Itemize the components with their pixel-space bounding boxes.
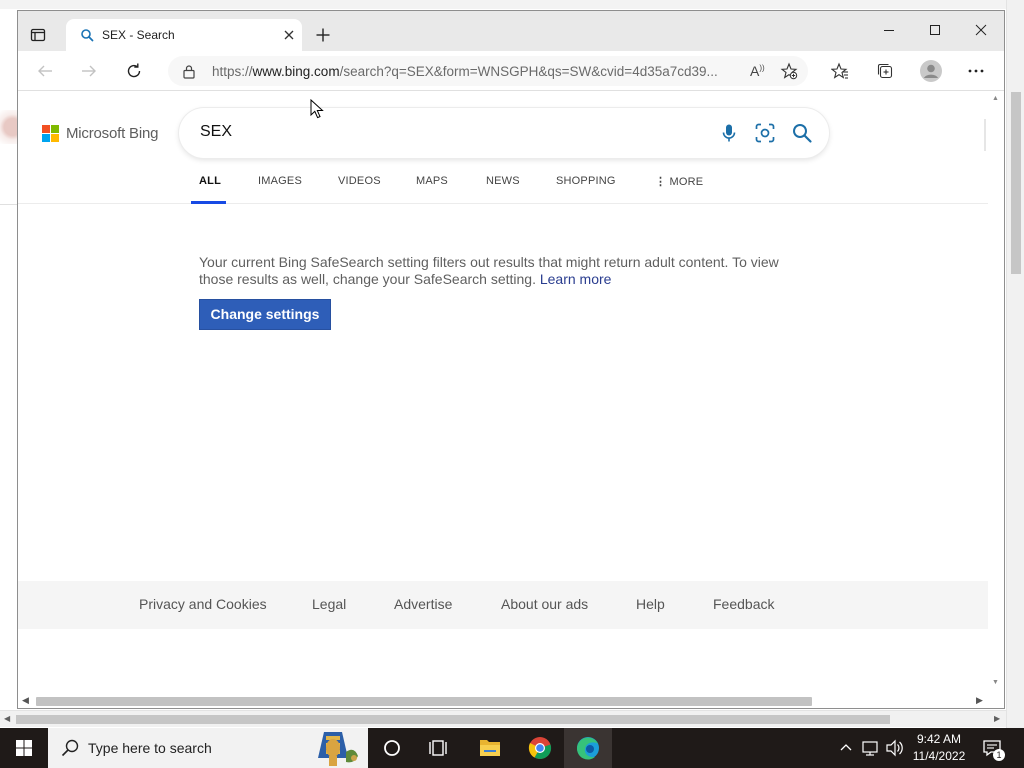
tab-images[interactable]: IMAGES	[258, 175, 302, 187]
clock-date: 11/4/2022	[912, 749, 966, 763]
background-top-bar	[0, 0, 1024, 9]
minimize-icon[interactable]	[882, 23, 896, 37]
url-path: /search?q=SEX&form=WNSGPH&qs=SW&cvid=4d3…	[339, 64, 718, 79]
back-icon[interactable]	[36, 62, 54, 80]
background-vertical-scrollbar[interactable]	[1006, 0, 1024, 728]
search-icon[interactable]	[791, 122, 813, 144]
network-icon[interactable]	[860, 728, 882, 768]
windows-start-icon[interactable]	[0, 728, 48, 768]
url-host: www.bing.com	[252, 64, 340, 79]
page-horizontal-scrollbar[interactable]: ◀ ▶	[18, 694, 1004, 708]
background-divider	[0, 204, 17, 205]
change-settings-button[interactable]: Change settings	[199, 299, 331, 330]
scroll-left-icon[interactable]: ◀	[4, 714, 10, 723]
active-tab-indicator	[191, 201, 226, 204]
collections-icon[interactable]	[876, 62, 894, 80]
notice-text: Your current Bing SafeSearch setting fil…	[199, 254, 779, 287]
taskbar-search-placeholder: Type here to search	[88, 740, 212, 756]
add-favorite-icon[interactable]	[780, 62, 798, 80]
scope-divider	[18, 203, 988, 204]
bing-results-page: Microsoft Bing SEX ALL IMAGES VIDEOS MAP…	[18, 91, 988, 694]
tab-shopping[interactable]: SHOPPING	[556, 175, 616, 187]
tab-title: SEX - Search	[102, 28, 175, 42]
taskbar-search-box[interactable]: Type here to search	[48, 728, 368, 768]
page-hscroll-thumb[interactable]	[36, 697, 812, 706]
footer-about-ads-link[interactable]: About our ads	[501, 596, 588, 612]
notification-count-badge: 1	[993, 749, 1005, 761]
favorites-icon[interactable]	[831, 62, 849, 80]
learn-more-link[interactable]: Learn more	[540, 271, 612, 287]
tab-bing-search[interactable]: SEX - Search	[66, 19, 302, 52]
task-view-icon[interactable]	[416, 728, 464, 768]
address-bar[interactable]: https://www.bing.com/search?q=SEX&form=W…	[168, 56, 808, 86]
more-icon[interactable]	[967, 62, 985, 80]
tab-actions-icon[interactable]	[30, 27, 46, 43]
page-scroll-left-icon[interactable]: ◀	[22, 695, 29, 706]
tab-news[interactable]: NEWS	[486, 175, 520, 187]
lock-icon[interactable]	[182, 64, 196, 79]
windows-taskbar: Type here to search 9:42 AM 11/4/2022 1	[0, 728, 1024, 768]
profile-icon[interactable]	[920, 60, 942, 82]
plus-icon[interactable]	[315, 27, 331, 43]
search-box[interactable]: SEX	[179, 108, 829, 158]
url-scheme: https://	[212, 64, 253, 79]
page-scroll-right-icon[interactable]: ▶	[976, 695, 983, 706]
tab-more[interactable]: ⋮ MORE	[655, 175, 703, 188]
tab-videos[interactable]: VIDEOS	[338, 175, 381, 187]
background-scroll-thumb[interactable]	[1011, 92, 1021, 274]
scroll-right-icon[interactable]: ▶	[994, 714, 1000, 723]
file-explorer-icon[interactable]	[466, 728, 514, 768]
tab-all[interactable]: ALL	[199, 175, 221, 187]
notifications-button[interactable]: 1	[978, 728, 1006, 768]
chrome-icon[interactable]	[516, 728, 564, 768]
edge-browser-window: SEX - Search https://www.bing.com/search…	[17, 10, 1005, 709]
footer-privacy-link[interactable]: Privacy and Cookies	[139, 596, 267, 612]
clock-time: 9:42 AM	[916, 732, 962, 746]
background-hscroll-thumb[interactable]	[16, 715, 890, 724]
close-icon[interactable]	[282, 28, 296, 42]
forward-icon[interactable]	[80, 62, 98, 80]
navigation-toolbar: https://www.bing.com/search?q=SEX&form=W…	[18, 51, 1004, 91]
maximize-icon[interactable]	[928, 23, 942, 37]
more-vertical-icon: ⋮	[655, 176, 667, 188]
safesearch-notice: Your current Bing SafeSearch setting fil…	[199, 254, 799, 288]
search-query[interactable]: SEX	[200, 123, 232, 141]
footer-feedback-link[interactable]: Feedback	[713, 596, 774, 612]
logo-text: Microsoft Bing	[66, 125, 159, 142]
edge-icon[interactable]	[564, 728, 612, 768]
cortana-icon[interactable]	[368, 728, 416, 768]
bing-logo[interactable]: Microsoft Bing	[42, 124, 172, 144]
microsoft-logo-icon	[42, 125, 60, 143]
search-highlight-pharaoh-icon[interactable]	[302, 728, 364, 768]
read-aloud-icon[interactable]: A))	[750, 63, 768, 81]
mouse-cursor-icon	[310, 99, 324, 119]
volume-icon[interactable]	[884, 728, 904, 768]
taskbar-clock[interactable]: 9:42 AM 11/4/2022	[908, 731, 970, 765]
footer-advertise-link[interactable]: Advertise	[394, 596, 452, 612]
url-text[interactable]: https://www.bing.com/search?q=SEX&form=W…	[212, 64, 752, 79]
background-image-fragment	[0, 110, 18, 144]
page-vertical-scrollbar[interactable]: ▲ ▼	[988, 91, 1004, 694]
scroll-down-icon[interactable]: ▼	[992, 679, 999, 686]
chevron-up-icon[interactable]	[836, 728, 856, 768]
tab-strip: SEX - Search	[18, 11, 1004, 52]
window-close-icon[interactable]	[974, 23, 988, 37]
tab-maps[interactable]: MAPS	[416, 175, 448, 187]
background-horizontal-scrollbar[interactable]: ◀ ▶	[0, 710, 1006, 727]
visual-search-icon[interactable]	[754, 122, 776, 144]
taskbar-search-icon	[61, 739, 79, 757]
footer-legal-link[interactable]: Legal	[312, 596, 346, 612]
tab-more-label: MORE	[669, 176, 704, 188]
footer-help-link[interactable]: Help	[636, 596, 665, 612]
bing-favicon-icon	[81, 29, 94, 42]
refresh-icon[interactable]	[125, 62, 143, 80]
page-footer: Privacy and Cookies Legal Advertise Abou…	[18, 581, 988, 629]
scroll-up-icon[interactable]: ▲	[992, 95, 999, 102]
microphone-icon[interactable]	[718, 122, 740, 144]
